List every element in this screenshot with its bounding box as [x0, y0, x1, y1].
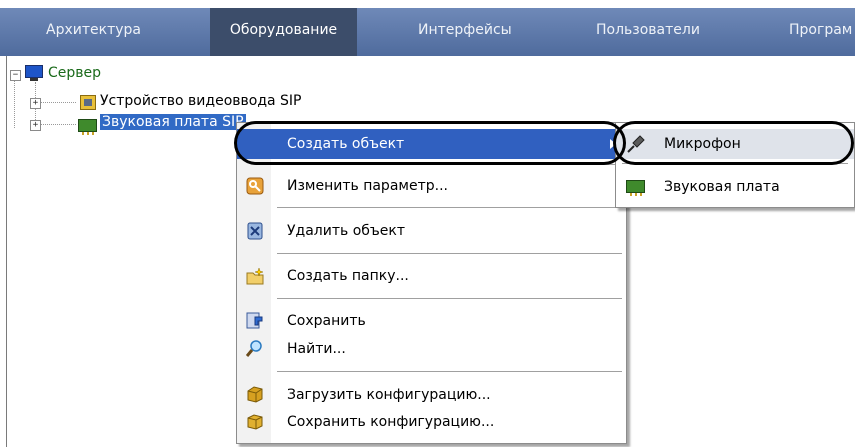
- sound-card-icon: [78, 119, 97, 135]
- tree-item-server[interactable]: − Сервер: [0, 64, 200, 84]
- submenu-item-label: Звуковая плата: [664, 179, 780, 195]
- tree-item-sound-card-sip[interactable]: + Звуковая плата SIP: [0, 114, 270, 135]
- menu-item-create-folder[interactable]: Создать папку...: [237, 261, 626, 291]
- menu-item-label: Сохранить: [287, 313, 366, 329]
- menu-separator: [277, 207, 622, 208]
- save-icon: [246, 312, 263, 329]
- menu-separator: [277, 253, 622, 254]
- tab-bar: Архитектура Оборудование Интерфейсы Поль…: [0, 8, 855, 56]
- tree-item-label: Сервер: [48, 65, 102, 81]
- tab-programs[interactable]: Програм: [789, 8, 852, 56]
- tree-item-label: Устройство видеоввода SIP: [100, 93, 302, 109]
- annotation-highlight-oval: [234, 121, 626, 165]
- load-config-icon: [247, 386, 263, 403]
- tab-users[interactable]: Пользователи: [596, 8, 700, 56]
- menu-item-save-configuration[interactable]: Сохранить конфигурацию...: [237, 407, 626, 437]
- menu-item-label: Загрузить конфигурацию...: [287, 387, 491, 403]
- menu-item-save[interactable]: Сохранить: [237, 306, 626, 336]
- monitor-icon: [24, 64, 44, 82]
- menu-item-label: Найти...: [287, 341, 346, 357]
- submenu-item-sound-card[interactable]: Звуковая плата: [616, 172, 854, 202]
- tree-item-video-input-sip[interactable]: + Устройство видеоввода SIP: [0, 92, 340, 112]
- tab-interfaces[interactable]: Интерфейсы: [418, 8, 512, 56]
- search-icon: [246, 340, 262, 357]
- sound-card-icon: [626, 180, 645, 196]
- cropped-caption: [0, 0, 855, 8]
- expand-icon[interactable]: +: [30, 98, 41, 109]
- tab-architecture[interactable]: Архитектура: [46, 8, 141, 56]
- delete-icon: [247, 222, 263, 240]
- new-folder-icon: [246, 267, 264, 285]
- menu-item-label: Создать папку...: [287, 268, 409, 284]
- annotation-highlight-oval: [613, 121, 854, 165]
- menu-item-label: Изменить параметр...: [287, 178, 448, 194]
- menu-item-label: Удалить объект: [287, 223, 406, 239]
- menu-separator: [277, 298, 622, 299]
- menu-separator: [277, 371, 622, 372]
- menu-item-delete-object[interactable]: Удалить объект: [237, 216, 626, 246]
- edit-key-icon: [246, 177, 264, 195]
- menu-item-change-parameter[interactable]: Изменить параметр...: [237, 171, 626, 201]
- expand-icon[interactable]: +: [30, 120, 41, 131]
- tab-equipment[interactable]: Оборудование: [210, 8, 357, 56]
- save-config-icon: [247, 414, 263, 430]
- context-menu: Создать объект Изменить параметр... Удал…: [236, 122, 627, 444]
- menu-item-label: Сохранить конфигурацию...: [287, 414, 495, 430]
- collapse-icon[interactable]: −: [10, 70, 21, 81]
- menu-item-find[interactable]: Найти...: [237, 334, 626, 364]
- tree-item-label: Звуковая плата SIP: [100, 114, 246, 130]
- menu-item-load-configuration[interactable]: Загрузить конфигурацию...: [237, 380, 626, 410]
- video-input-chip-icon: [80, 95, 96, 110]
